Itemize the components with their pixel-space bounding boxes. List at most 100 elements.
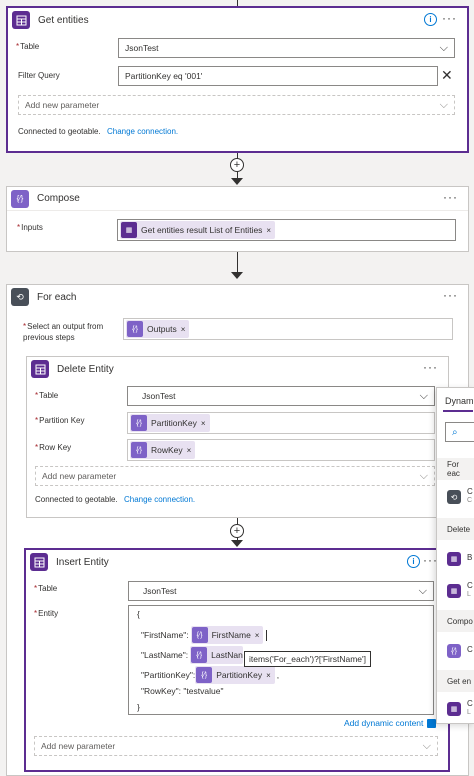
info-icon[interactable]: i bbox=[424, 13, 437, 26]
compose-icon: {⁄} bbox=[131, 442, 147, 458]
panel-item[interactable]: ▦ B bbox=[437, 546, 474, 574]
table-dropdown[interactable]: JsonTest ⌵ bbox=[127, 386, 435, 406]
insert-entity-header[interactable]: Insert Entity i ··· bbox=[26, 550, 448, 574]
table-storage-icon: ▦ bbox=[121, 222, 137, 238]
panel-item[interactable]: ▦ C L bbox=[437, 578, 474, 606]
row-key-label: *Row Key bbox=[35, 443, 72, 452]
panel-item[interactable]: {⁄} C bbox=[437, 638, 474, 666]
add-parameter-dropdown[interactable]: Add new parameter ⌵ bbox=[18, 95, 455, 115]
add-parameter-dropdown[interactable]: Add new parameter ⌵ bbox=[35, 466, 435, 486]
chevron-down-icon: ⌵ bbox=[418, 585, 427, 597]
delete-entity-header[interactable]: Delete Entity ··· bbox=[27, 357, 448, 381]
inputs-field[interactable]: ▦ Get entities result List of Entities × bbox=[117, 219, 456, 241]
add-parameter-dropdown[interactable]: Add new parameter ⌵ bbox=[34, 736, 438, 756]
json-comma: , bbox=[276, 670, 280, 680]
panel-title-underline bbox=[443, 410, 473, 412]
remove-token-icon[interactable]: × bbox=[266, 671, 271, 680]
token-label: Get entities result List of Entities bbox=[141, 225, 263, 235]
loop-icon: ⟲ bbox=[447, 490, 461, 504]
loop-icon: ⟲ bbox=[11, 288, 29, 306]
outputs-token[interactable]: {⁄} Outputs × bbox=[126, 320, 190, 338]
insert-entity-card[interactable]: Insert Entity i ··· *Table JsonTest ⌵ *E… bbox=[24, 548, 450, 772]
partitionkey-token[interactable]: {⁄} PartitionKey × bbox=[195, 666, 275, 684]
firstname-token[interactable]: {⁄} FirstName × bbox=[190, 626, 264, 644]
table-label: *Table bbox=[34, 584, 58, 593]
more-options-icon[interactable]: ··· bbox=[443, 288, 458, 302]
lastname-token[interactable]: {⁄} LastNan bbox=[190, 646, 243, 664]
table-dropdown[interactable]: JsonTest ⌵ bbox=[118, 38, 455, 58]
get-entities-token[interactable]: ▦ Get entities result List of Entities × bbox=[120, 221, 276, 239]
get-entities-card[interactable]: Get entities i ··· *Table JsonTest ⌵ Fil… bbox=[6, 6, 469, 153]
item-label: B bbox=[467, 553, 473, 562]
more-options-icon[interactable]: ··· bbox=[423, 360, 438, 374]
table-storage-icon bbox=[31, 360, 49, 378]
table-dropdown[interactable]: JsonTest ⌵ bbox=[128, 581, 434, 601]
select-output-field[interactable]: {⁄} Outputs × bbox=[123, 318, 453, 340]
entity-label: *Entity bbox=[34, 609, 59, 618]
partition-key-field[interactable]: {⁄} PartitionKey × bbox=[127, 412, 435, 434]
more-options-icon[interactable]: ··· bbox=[442, 11, 457, 25]
get-entities-header[interactable]: Get entities i ··· bbox=[8, 8, 467, 32]
token-label: PartitionKey bbox=[151, 418, 197, 428]
clear-icon[interactable]: ✕ bbox=[441, 67, 453, 84]
remove-token-icon[interactable]: × bbox=[181, 325, 186, 334]
remove-token-icon[interactable]: × bbox=[255, 631, 260, 640]
info-icon[interactable]: i bbox=[407, 555, 420, 568]
table-value: JsonTest bbox=[125, 43, 159, 53]
compose-icon: {⁄} bbox=[11, 189, 29, 208]
compose-icon: {⁄} bbox=[447, 644, 461, 658]
change-connection-link[interactable]: Change connection. bbox=[107, 127, 178, 136]
for-each-header[interactable]: ⟲ For each ··· bbox=[7, 285, 468, 309]
panel-item[interactable]: ⟲ C C bbox=[437, 484, 474, 512]
select-output-label: *Select an output from previous steps bbox=[23, 322, 104, 342]
card-title: For each bbox=[37, 291, 77, 303]
panel-title: Dynam bbox=[445, 396, 474, 406]
chevron-down-icon: ⌵ bbox=[419, 390, 428, 402]
change-connection-link[interactable]: Change connection. bbox=[124, 495, 195, 504]
token-label: Outputs bbox=[147, 324, 177, 334]
add-dynamic-label: Add dynamic content bbox=[344, 718, 424, 728]
arrow-head bbox=[231, 540, 243, 547]
table-storage-icon bbox=[30, 553, 48, 571]
arrow-head bbox=[231, 178, 243, 185]
json-line-rowkey: "RowKey": "testvalue" bbox=[141, 686, 224, 696]
connector bbox=[237, 252, 238, 272]
token-label: PartitionKey bbox=[216, 670, 263, 680]
compose-header[interactable]: {⁄} Compose ··· bbox=[7, 187, 468, 211]
json-open: { bbox=[137, 609, 140, 619]
remove-token-icon[interactable]: × bbox=[187, 446, 192, 455]
remove-token-icon[interactable]: × bbox=[266, 226, 271, 235]
dynamic-content-panel[interactable]: Dynam ⌕ For eac ⟲ C C Delete ▦ B ▦ C L C… bbox=[436, 387, 474, 724]
token-label: RowKey bbox=[151, 445, 183, 455]
item-label: C bbox=[467, 487, 473, 496]
section-delete: Delete bbox=[437, 518, 474, 540]
more-options-icon[interactable]: ··· bbox=[443, 190, 458, 204]
section-for-each: For eac bbox=[437, 458, 474, 480]
add-step-icon[interactable]: + bbox=[230, 524, 244, 538]
table-value: JsonTest bbox=[143, 586, 177, 596]
item-label: C bbox=[467, 581, 473, 590]
item-sublabel: L bbox=[467, 709, 471, 716]
row-key-token[interactable]: {⁄} RowKey × bbox=[130, 441, 196, 459]
connected-text: Connected to geotable. bbox=[35, 495, 118, 504]
section-get-entities: Get en bbox=[437, 670, 474, 692]
compose-icon: {⁄} bbox=[191, 647, 208, 663]
add-step-icon[interactable]: + bbox=[230, 158, 244, 172]
row-key-field[interactable]: {⁄} RowKey × bbox=[127, 439, 435, 461]
add-parameter-label: Add new parameter bbox=[41, 741, 116, 751]
remove-token-icon[interactable]: × bbox=[201, 419, 206, 428]
json-key: "LastName": bbox=[141, 650, 189, 660]
panel-search-box[interactable]: ⌕ bbox=[445, 422, 474, 442]
table-storage-icon: ▦ bbox=[447, 702, 461, 716]
token-label: LastNan bbox=[211, 650, 243, 660]
compose-icon: {⁄} bbox=[131, 415, 147, 431]
partition-key-token[interactable]: {⁄} PartitionKey × bbox=[130, 414, 210, 432]
compose-card[interactable]: {⁄} Compose ··· *Inputs ▦ Get entities r… bbox=[6, 186, 469, 252]
add-dynamic-content-link[interactable]: Add dynamic content bbox=[344, 718, 437, 728]
search-icon: ⌕ bbox=[452, 426, 458, 438]
delete-entity-card[interactable]: Delete Entity ··· *Table JsonTest ⌵ *Par… bbox=[26, 356, 449, 518]
filter-query-input[interactable]: PartitionKey eq '001' bbox=[118, 66, 438, 86]
inputs-label: *Inputs bbox=[17, 223, 43, 232]
panel-item[interactable]: ▦ C L bbox=[437, 698, 474, 723]
chevron-down-icon: ⌵ bbox=[439, 99, 448, 111]
